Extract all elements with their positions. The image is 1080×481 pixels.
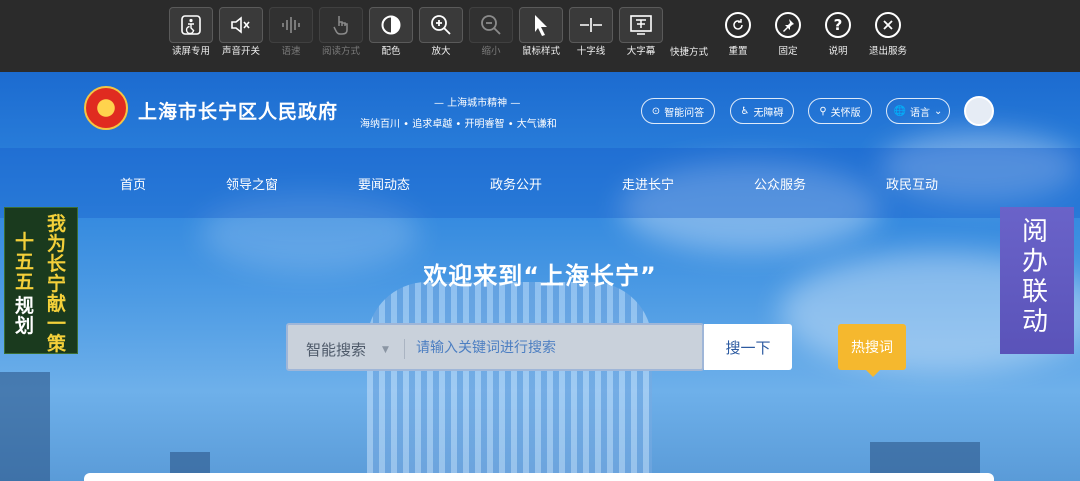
large-caption-button[interactable]: 大字幕 [618,7,664,65]
caret-down-icon[interactable]: ▼ [382,345,389,355]
nav-item-gov-affairs[interactable]: 政务公开 [490,174,542,193]
site-title[interactable]: 上海市长宁区人民政府 [138,97,338,124]
chevron-down-icon: ⌄ [934,105,943,117]
tb-label: 语速 [281,46,301,57]
building [0,372,50,481]
tb-label: 声音开关 [221,46,260,57]
pin-button[interactable]: 固定 [765,7,811,65]
screen-reader-button[interactable]: 读屏专用 [168,7,214,65]
pin-icon [766,7,810,43]
reset-icon [716,7,760,43]
city-spirit-title: — 上海城市精神 — [434,98,521,109]
care-version-label: 关怀版 [830,107,861,119]
search-type-select[interactable]: 智能搜索 [306,339,366,360]
tb-label: 重置 [728,46,748,57]
banner-plan-label: 规划 [15,295,35,337]
search-input[interactable] [416,335,686,361]
user-avatar[interactable] [964,96,994,126]
tb-label: 十字线 [576,46,606,57]
chat-icon: ⊙ [651,105,661,117]
waveform-icon [269,7,313,43]
language-label: 语言 [910,107,931,119]
nav-item-about[interactable]: 走进长宁 [622,174,674,193]
elder-icon: ⚲ [819,105,827,117]
zoom-out-icon [469,7,513,43]
tower-building [367,282,652,481]
search-box: 智能搜索 ▼ [286,323,704,371]
tb-label: 大字幕 [626,46,656,57]
accessibility-label: 无障碍 [753,107,784,119]
shortcut-button[interactable]: 快捷方式 [664,44,714,59]
tb-label: 鼠标样式 [521,46,560,57]
accessibility-button[interactable]: ♿ 无障碍 [730,98,794,124]
tb-label: 说明 [828,46,848,57]
cursor-style-button[interactable]: 鼠标样式 [518,7,564,65]
contrast-icon [369,7,413,43]
nav-item-interaction[interactable]: 政民互动 [886,174,938,193]
hot-search-button[interactable]: 热搜词 [838,324,906,377]
caption-icon [619,7,663,43]
ai-qa-button[interactable]: ⊙ 智能问答 [641,98,715,124]
globe-icon: 🌐 [893,105,907,117]
zoom-in-button[interactable]: 放大 [418,7,464,65]
tb-label: 读屏专用 [171,46,210,57]
city-spirit-items: 海纳百川 • 追求卓越 • 开明睿智 • 大气谦和 [360,119,557,130]
crosshair-icon [569,7,613,43]
nav-item-news[interactable]: 要闻动态 [358,174,410,193]
exit-service-button[interactable]: 退出服务 [865,7,911,65]
welcome-heading: 欢迎来到“上海长宁” [423,262,657,290]
accessibility-toolbar: 读屏专用 声音开关 语速 阅读方式 配色 放大 缩小 鼠标样式 十字线 大字幕 … [0,0,1080,72]
tb-label: 固定 [778,46,798,57]
care-version-button[interactable]: ⚲ 关怀版 [808,98,872,124]
tb-label: 放大 [431,46,451,57]
crosshair-button[interactable]: 十字线 [568,7,614,65]
speaker-mute-icon [219,7,263,43]
nav-item-leaders[interactable]: 领导之窗 [226,174,278,193]
reading-mode-button[interactable]: 阅读方式 [318,7,364,65]
nav-item-home[interactable]: 首页 [120,174,146,193]
speech-rate-button[interactable]: 语速 [268,7,314,65]
accessible-icon [169,7,213,43]
tb-label: 配色 [381,46,401,57]
hand-pointer-icon [319,7,363,43]
sound-toggle-button[interactable]: 声音开关 [218,7,264,65]
tb-label: 阅读方式 [321,46,360,57]
content-panel-top [84,473,994,481]
national-emblem-logo[interactable] [84,86,128,130]
zoom-in-icon [419,7,463,43]
language-button[interactable]: 🌐 语言 ⌄ [886,98,950,124]
tb-label: 快捷方式 [669,47,708,58]
color-scheme-button[interactable]: 配色 [368,7,414,65]
zoom-out-button[interactable]: 缩小 [468,7,514,65]
cursor-icon [519,7,563,43]
close-icon [866,7,910,43]
search-divider [404,339,405,359]
reset-button[interactable]: 重置 [715,7,761,65]
help-button[interactable]: ? 说明 [815,7,861,65]
search-button[interactable]: 搜一下 [704,324,792,370]
tb-label: 缩小 [481,46,501,57]
help-icon: ? [816,7,860,43]
nav-item-public-service[interactable]: 公众服务 [754,174,806,193]
wheelchair-icon: ♿ [740,105,750,117]
main-nav: 首页 领导之窗 要闻动态 政务公开 走进长宁 公众服务 政民互动 [0,148,1080,218]
ai-qa-label: 智能问答 [664,107,705,119]
tb-label: 退出服务 [868,46,907,57]
